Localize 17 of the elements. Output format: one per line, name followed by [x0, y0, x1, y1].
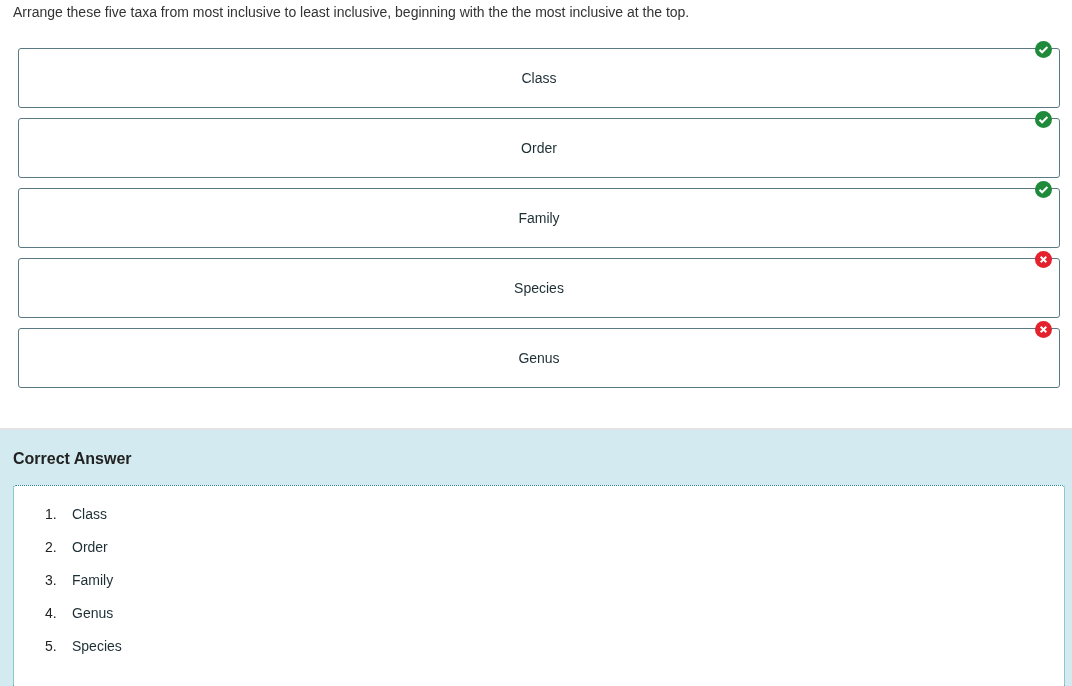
list-item-text: Species	[72, 638, 122, 655]
answer-tile[interactable]: Species	[18, 258, 1060, 318]
list-number: 4.	[45, 605, 58, 622]
list-item-text: Family	[72, 572, 114, 589]
answer-tile[interactable]: Class	[18, 48, 1060, 108]
list-number: 2.	[45, 539, 58, 556]
answer-tile[interactable]: Order	[18, 118, 1060, 178]
list-number: 3.	[45, 572, 58, 589]
list-item-text: Class	[72, 506, 107, 523]
list-number: 1.	[45, 506, 58, 523]
answer-tile[interactable]: Family	[18, 188, 1060, 248]
question-text: Arrange these five taxa from most inclusive to least inclusive, beginning with the the most inclusive at the top.	[12, 3, 691, 20]
list-item-text: Order	[72, 539, 108, 556]
list-number: 5.	[45, 638, 58, 655]
answer-tile[interactable]: Genus	[18, 328, 1060, 388]
list-item-text: Genus	[72, 605, 114, 622]
section-heading: Correct Answer	[13, 450, 133, 468]
